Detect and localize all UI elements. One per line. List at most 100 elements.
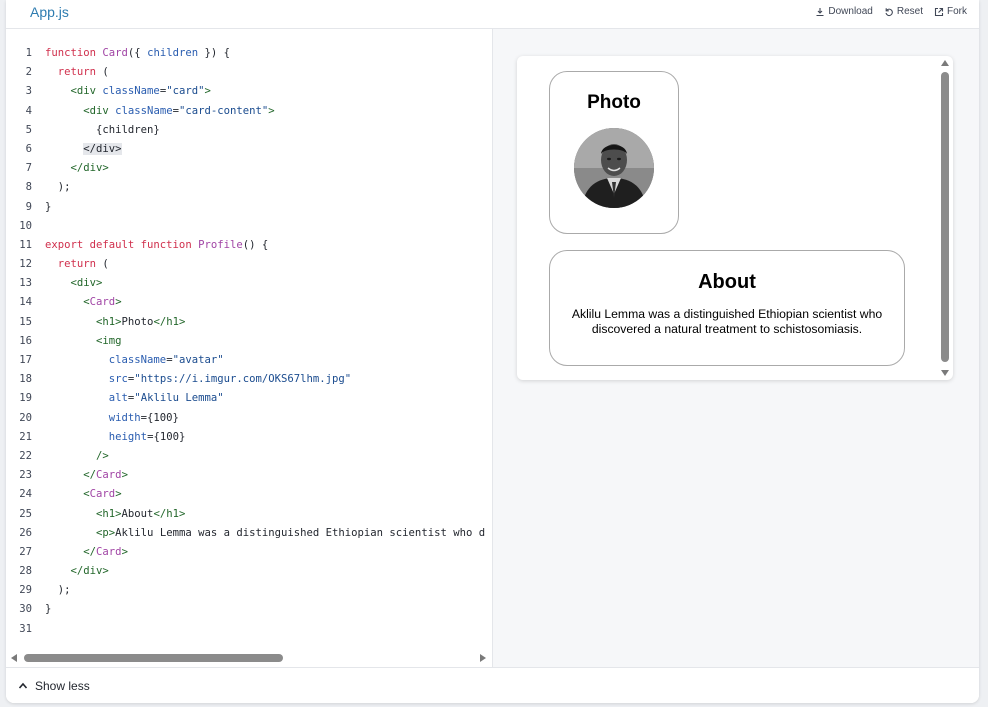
code-line[interactable]: 22 />	[6, 447, 492, 466]
vertical-scroll-thumb[interactable]	[941, 72, 949, 362]
code-line[interactable]: 11 export default function Profile() {	[6, 236, 492, 255]
code-line[interactable]: 27 </Card>	[6, 543, 492, 562]
line-text: width={100}	[108, 411, 179, 424]
line-text: <div className="card-content">	[83, 104, 275, 117]
reset-icon	[885, 7, 893, 16]
code-line[interactable]: 8 );	[6, 178, 492, 197]
line-number: 22	[19, 449, 32, 462]
code-line[interactable]: 18 src="https://i.imgur.com/OKS67lhm.jpg…	[6, 370, 492, 389]
code-line[interactable]: 10	[6, 217, 492, 236]
scroll-right-icon[interactable]	[480, 654, 486, 662]
line-text: </Card>	[83, 469, 128, 482]
code-line[interactable]: 1 function Card({ children }) {	[6, 44, 492, 63]
about-card-text: Aklilu Lemma was a distinguished Ethiopi…	[571, 307, 883, 336]
editor-toolbar: App.js Download Reset Fork	[6, 0, 979, 29]
code-line[interactable]: 21 height={100}	[6, 428, 492, 447]
code-line[interactable]: 30}	[6, 600, 492, 619]
line-text: <Card>	[83, 488, 122, 501]
download-label: Download	[828, 6, 873, 17]
about-card: About Aklilu Lemma was a distinguished E…	[549, 250, 905, 366]
code-line[interactable]: 19 alt="Aklilu Lemma"	[6, 389, 492, 408]
line-number: 1	[25, 47, 32, 59]
code-line[interactable]: 31	[6, 620, 492, 639]
reset-button[interactable]: Reset	[884, 6, 923, 17]
code-line[interactable]: 16 <img	[6, 332, 492, 351]
scroll-down-icon[interactable]	[941, 370, 949, 376]
line-text: export default function Profile() {	[45, 238, 269, 251]
line-text: function Card({ children }) {	[45, 47, 230, 59]
line-text: <div>	[70, 277, 103, 290]
code-line[interactable]: 5 {children}	[6, 121, 492, 140]
code-line[interactable]: 24 <Card>	[6, 485, 492, 504]
code-editor[interactable]: 1 function Card({ children }) { 2 return (…	[6, 29, 492, 667]
code-line[interactable]: 25 <h1>About</h1>	[6, 505, 492, 524]
code-line[interactable]: 3 <div className="card">	[6, 82, 492, 101]
line-text: className="avatar"	[108, 354, 224, 366]
line-number: 19	[19, 392, 32, 405]
code-line[interactable]: 13 <div>	[6, 274, 492, 293]
code-line[interactable]: 4 <div className="card-content">	[6, 102, 492, 121]
preview-frame: Photo About Aklilu Lemma was a distingui…	[517, 56, 953, 380]
line-number: 31	[19, 622, 32, 635]
show-less-button[interactable]: Show less	[18, 679, 90, 693]
line-number: 9	[25, 200, 32, 213]
code-line[interactable]: 28 </div>	[6, 562, 492, 581]
line-number: 28	[19, 565, 32, 578]
code-line[interactable]: 6 </div>	[6, 140, 492, 159]
line-number: 2	[25, 66, 32, 79]
line-number: 8	[25, 181, 32, 194]
line-text: </div>	[83, 142, 122, 155]
line-number: 12	[19, 258, 32, 271]
about-card-title: About	[698, 271, 756, 293]
code-line[interactable]: 2 return (	[6, 63, 492, 82]
code-line[interactable]: 20 width={100}	[6, 409, 492, 428]
line-number: 13	[19, 277, 32, 290]
chevron-up-icon	[18, 682, 28, 689]
line-number: 15	[19, 315, 32, 328]
line-text: return (	[57, 66, 109, 79]
line-text: </div>	[70, 162, 109, 175]
portrait-image	[574, 128, 654, 208]
scroll-up-icon[interactable]	[941, 60, 949, 66]
scroll-left-icon[interactable]	[11, 654, 17, 662]
code-line[interactable]: 14 <Card>	[6, 293, 492, 312]
line-number: 16	[19, 334, 32, 347]
line-text: </Card>	[83, 545, 128, 558]
line-number: 23	[19, 469, 32, 482]
code-line[interactable]: 7 </div>	[6, 159, 492, 178]
code-line[interactable]: 12 return (	[6, 255, 492, 274]
code-line[interactable]: 26 <p>Aklilu Lemma was a distinguished E…	[6, 524, 492, 543]
file-tab[interactable]: App.js	[30, 4, 69, 20]
line-number: 25	[19, 507, 32, 520]
fork-label: Fork	[947, 6, 967, 17]
code-line[interactable]: 15 <h1>Photo</h1>	[6, 313, 492, 332]
horizontal-scroll-thumb[interactable]	[24, 654, 283, 662]
line-number: 14	[19, 296, 32, 309]
line-text: );	[45, 584, 71, 597]
line-number: 27	[19, 545, 32, 558]
editor-footer: Show less	[6, 667, 979, 703]
code-line[interactable]: 17 className="avatar"	[6, 351, 492, 370]
line-text: <h1>Photo</h1>	[96, 315, 186, 328]
line-number: 5	[25, 123, 32, 136]
line-text: alt="Aklilu Lemma"	[108, 392, 224, 405]
code-lines[interactable]: 1 function Card({ children }) { 2 return (…	[6, 44, 492, 639]
line-text: <p>Aklilu Lemma was a distinguished Ethi…	[96, 526, 486, 539]
sandbox-frame: App.js Download Reset Fork 1 function Car…	[6, 0, 979, 703]
line-text: }	[45, 603, 52, 616]
line-number: 29	[19, 584, 32, 597]
download-button[interactable]: Download	[815, 6, 873, 17]
reset-label: Reset	[896, 6, 923, 17]
code-line[interactable]: 9}	[6, 198, 492, 217]
vertical-scrollbar[interactable]	[940, 58, 950, 378]
line-number: 26	[19, 526, 32, 539]
line-number: 3	[25, 85, 32, 98]
code-line[interactable]: 23 </Card>	[6, 466, 492, 485]
fork-button[interactable]: Fork	[934, 6, 967, 17]
horizontal-scrollbar[interactable]	[6, 649, 492, 667]
line-text: src="https://i.imgur.com/OKS67lhm.jpg"	[108, 373, 352, 386]
code-line[interactable]: 29 );	[6, 581, 492, 600]
line-number: 7	[25, 162, 32, 175]
line-text: <Card>	[83, 296, 122, 309]
line-text: return (	[57, 258, 109, 271]
